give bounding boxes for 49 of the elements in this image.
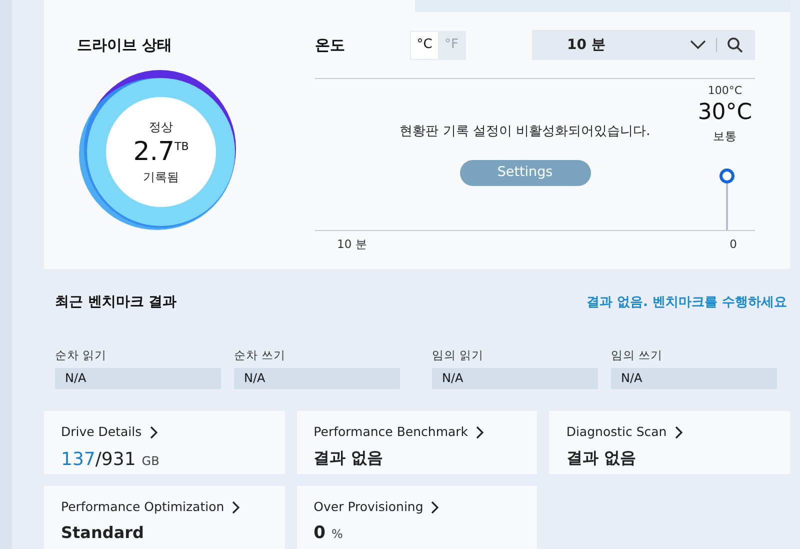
written-amount: 2.7 [133, 136, 175, 168]
unit-toggle[interactable]: °C [411, 32, 438, 58]
info-card[interactable]: Drive Details 137/931 GB [44, 411, 285, 474]
total-capacity: /931 [95, 448, 136, 472]
chevron-right-icon [150, 426, 158, 439]
current-temperature: 30°C [698, 100, 752, 126]
metric-label: 순차 읽기 [55, 346, 108, 364]
axis-label: 10 분 [337, 236, 368, 253]
drive-status-title: 드라이브 상태 [77, 35, 174, 56]
time-range-dropdown[interactable]: 10 분 [532, 30, 755, 60]
temperature-status: 보통 [713, 128, 737, 144]
chevron-down-icon [690, 40, 706, 50]
metric-value: N/A [611, 368, 777, 389]
capacity-unit: GB [142, 452, 160, 470]
info-card[interactable]: Over Provisioning 0 % [296, 486, 538, 549]
written-unit: TB [174, 138, 189, 154]
used-capacity: 137 [61, 448, 96, 472]
written-caption: 기록됨 [143, 168, 179, 186]
card-value: 0 [314, 522, 326, 545]
dashboard-message: 현황판 기록 설정이 비활성화되어있습니다. [400, 123, 650, 141]
metric-value: N/A [234, 368, 400, 389]
chevron-right-icon [431, 500, 440, 514]
metric-value: N/A [432, 368, 598, 389]
info-card[interactable]: Performance Benchmark 결과 없음 [296, 411, 538, 474]
card-value: Standard [61, 522, 145, 544]
chevron-right-icon [476, 426, 484, 439]
card-title: Over Provisioning [314, 498, 424, 516]
info-card[interactable]: Diagnostic Scan 결과 없음 [549, 411, 790, 474]
status-label: 정상 [149, 118, 173, 136]
metric-label: 순차 쓰기 [234, 346, 287, 364]
chevron-right-icon [674, 426, 683, 439]
card-title: Diagnostic Scan [566, 423, 667, 441]
card-title: Performance Optimization [61, 498, 224, 516]
benchmark-title: 최근 벤치마크 결과 [55, 292, 177, 312]
search-icon[interactable] [727, 37, 743, 53]
metric-label: 임의 쓰기 [611, 346, 664, 364]
metric-label: 임의 읽기 [432, 346, 485, 364]
max-temperature: 100°C [708, 83, 742, 99]
gauge-marker-drawing [719, 168, 735, 230]
axis-label: 0 [730, 236, 737, 253]
percent-unit: % [332, 526, 343, 543]
info-card[interactable]: Performance Optimization Standard [44, 486, 285, 549]
card-value: 결과 없음 [566, 446, 637, 469]
chevron-right-icon [232, 500, 240, 514]
card-title: Drive Details [61, 423, 142, 441]
temperature-title: 온도 [315, 34, 346, 56]
card-title: Performance Benchmark [314, 423, 468, 441]
metric-value: N/A [55, 368, 221, 389]
card-value: 결과 없음 [314, 446, 384, 469]
